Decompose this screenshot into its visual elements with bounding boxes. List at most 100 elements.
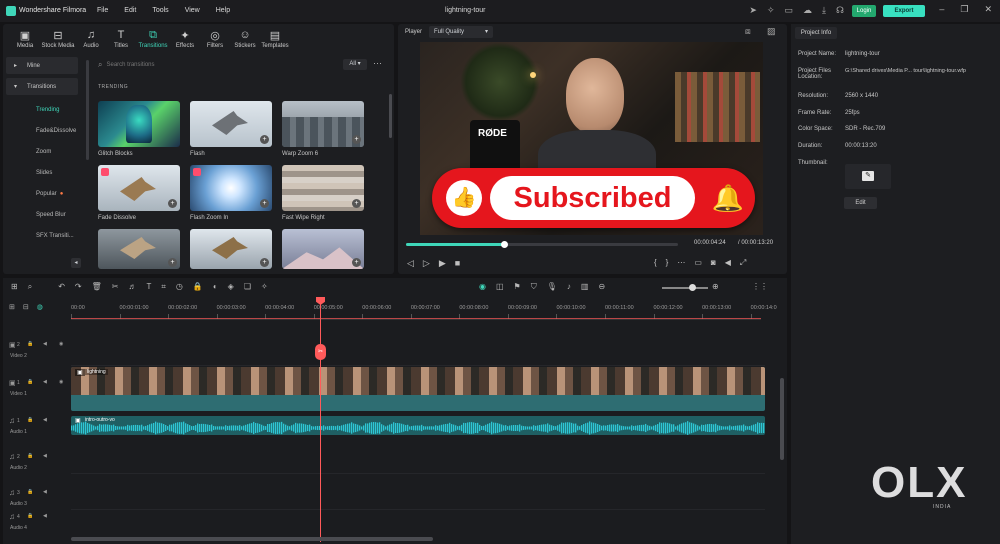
transition-thumb[interactable]: + bbox=[282, 165, 364, 211]
display-icon[interactable]: ▭ bbox=[694, 258, 702, 268]
transition-thumb[interactable]: + bbox=[190, 165, 272, 211]
snapshot-view-icon[interactable]: ▨ bbox=[767, 26, 776, 37]
lock-icon[interactable]: 🔒 bbox=[27, 513, 33, 519]
minimize-icon[interactable]: – bbox=[939, 4, 944, 15]
cloud-upload-icon[interactable]: ☁ bbox=[803, 5, 812, 16]
sidebar-item-zoom[interactable]: Zoom bbox=[6, 141, 78, 162]
tab-audio[interactable]: ♫ Audio bbox=[76, 29, 106, 49]
grid-menu-icon[interactable]: ⋮⋮ bbox=[752, 282, 768, 291]
tab-media[interactable]: ▣ Media bbox=[10, 29, 40, 49]
menu-help[interactable]: Help bbox=[216, 7, 230, 14]
select-icon[interactable]: ⌕ bbox=[28, 282, 32, 292]
step-back-icon[interactable]: ▷ bbox=[423, 258, 430, 269]
video-clip[interactable]: ▣ lightning bbox=[71, 367, 765, 411]
layout-icon[interactable]: ▭ bbox=[785, 5, 794, 16]
timeline-v-scrollbar[interactable] bbox=[780, 378, 784, 460]
voice-icon[interactable]: ♪ bbox=[567, 282, 571, 292]
text-icon[interactable]: T bbox=[146, 282, 151, 292]
tab-titles[interactable]: T Titles bbox=[106, 29, 136, 49]
sidebar-item-popular[interactable]: Popular ● bbox=[6, 183, 78, 204]
link-icon[interactable]: ⊟ bbox=[23, 303, 29, 311]
add-icon[interactable]: + bbox=[260, 135, 269, 144]
color-icon[interactable]: ◐ bbox=[213, 282, 218, 292]
zoom-slider[interactable] bbox=[662, 284, 708, 291]
tab-project-info[interactable]: Project Info bbox=[795, 27, 837, 39]
sidebar-collapse-button[interactable]: ◂ bbox=[71, 258, 81, 268]
audio-edit-icon[interactable]: ♬ bbox=[128, 282, 136, 292]
grid-scrollbar[interactable] bbox=[389, 94, 392, 138]
lock-icon[interactable]: 🔒 bbox=[27, 341, 33, 347]
playhead-marker[interactable]: ✂ bbox=[315, 344, 326, 360]
bulb-icon[interactable]: ✧ bbox=[767, 5, 775, 16]
sidebar-scrollbar[interactable] bbox=[86, 60, 89, 160]
add-icon[interactable]: + bbox=[168, 258, 177, 267]
tab-filters[interactable]: ◎ Filters bbox=[200, 29, 230, 49]
transition-thumb[interactable]: + bbox=[282, 101, 364, 147]
menu-file[interactable]: File bbox=[97, 7, 108, 14]
ai-icon[interactable]: ✧ bbox=[261, 282, 268, 292]
tab-stock-media[interactable]: ⊟ Stock Media bbox=[40, 29, 76, 49]
maximize-icon[interactable]: ❐ bbox=[960, 4, 968, 15]
prev-frame-icon[interactable]: ◁ bbox=[407, 258, 414, 269]
transition-thumb[interactable]: + bbox=[190, 229, 272, 269]
audio-toggle-icon[interactable]: ◀ bbox=[43, 453, 47, 459]
fit-icon[interactable]: ⋯ bbox=[677, 258, 685, 268]
sidebar-item-speed-blur[interactable]: Speed Blur bbox=[6, 204, 78, 225]
progress-handle[interactable] bbox=[500, 241, 508, 248]
shield-icon[interactable]: ⛉ bbox=[531, 282, 537, 292]
transition-thumb[interactable] bbox=[98, 101, 180, 147]
redo-icon[interactable]: ↷ bbox=[75, 282, 82, 292]
export-button[interactable]: Export bbox=[883, 5, 925, 17]
transition-thumb[interactable]: + bbox=[190, 101, 272, 147]
composite-icon[interactable]: ▥ bbox=[581, 282, 589, 292]
tab-stickers[interactable]: ☺ Stickers bbox=[230, 29, 260, 49]
playhead[interactable] bbox=[320, 298, 321, 542]
visibility-icon[interactable]: ◉ bbox=[59, 379, 63, 385]
sidebar-section-mine[interactable]: ▸ Mine bbox=[6, 57, 78, 74]
sidebar-item-fade-dissolve[interactable]: Fade&Dissolve bbox=[6, 120, 78, 141]
sidebar-item-sfx-transitions[interactable]: SFX Transiti... bbox=[6, 225, 78, 246]
add-icon[interactable]: + bbox=[352, 199, 361, 208]
playback-progress-bar[interactable] bbox=[406, 241, 678, 248]
add-icon[interactable]: + bbox=[260, 199, 269, 208]
edit-pencil-icon[interactable]: ✎ bbox=[862, 171, 874, 181]
duplicate-icon[interactable]: ❏ bbox=[244, 282, 251, 292]
mark-in-icon[interactable]: { bbox=[654, 258, 657, 268]
quality-dropdown[interactable]: Full Quality ▾ bbox=[429, 26, 493, 38]
audio-toggle-icon[interactable]: ◀ bbox=[43, 513, 47, 519]
tab-transitions[interactable]: ⧉ Transitions bbox=[136, 29, 170, 49]
login-button[interactable]: Login bbox=[852, 5, 876, 17]
more-options-icon[interactable]: ··· bbox=[373, 58, 382, 68]
fullscreen-icon[interactable]: ⤢ bbox=[740, 258, 746, 268]
zoom-slider-handle[interactable] bbox=[689, 284, 696, 291]
audio-toggle-icon[interactable]: ◀ bbox=[43, 489, 47, 495]
add-icon[interactable]: + bbox=[352, 258, 361, 267]
tab-effects[interactable]: ✦ Effects bbox=[170, 29, 200, 49]
play-icon[interactable]: ▶ bbox=[439, 258, 446, 269]
layout-icon[interactable]: ⊞ bbox=[11, 282, 18, 292]
magnet-icon[interactable]: ◍ bbox=[37, 303, 43, 311]
lock-icon[interactable]: 🔒 bbox=[27, 379, 33, 385]
lock-icon[interactable]: 🔒 bbox=[27, 453, 33, 459]
menu-edit[interactable]: Edit bbox=[124, 7, 136, 14]
track-lane-audio3[interactable] bbox=[71, 474, 765, 510]
search-box[interactable]: ⌕ Search transitions bbox=[98, 59, 338, 71]
compare-view-icon[interactable]: ⧈ bbox=[745, 26, 751, 37]
audio-toggle-icon[interactable]: ◀ bbox=[43, 417, 47, 423]
add-icon[interactable]: + bbox=[168, 199, 177, 208]
mark-out-icon[interactable]: } bbox=[666, 258, 669, 268]
track-lane-audio2[interactable] bbox=[71, 438, 765, 474]
mic-icon[interactable]: 🎙 bbox=[547, 282, 557, 292]
close-icon[interactable]: ✕ bbox=[984, 4, 992, 15]
delete-icon[interactable]: 🗑 bbox=[92, 282, 102, 292]
transition-thumb[interactable]: + bbox=[98, 229, 180, 269]
zoom-in-icon[interactable]: ⊕ bbox=[712, 282, 719, 291]
marker-icon[interactable]: ⚑ bbox=[514, 282, 521, 292]
audio-toggle-icon[interactable]: ◀ bbox=[43, 341, 47, 347]
stop-icon[interactable]: ■ bbox=[455, 258, 460, 269]
filter-dropdown[interactable]: All ▾ bbox=[343, 59, 367, 70]
add-icon[interactable]: + bbox=[352, 135, 361, 144]
undo-icon[interactable]: ↶ bbox=[58, 282, 65, 292]
transition-thumb[interactable]: + bbox=[282, 229, 364, 269]
camera-icon[interactable]: ◙ bbox=[711, 258, 716, 268]
